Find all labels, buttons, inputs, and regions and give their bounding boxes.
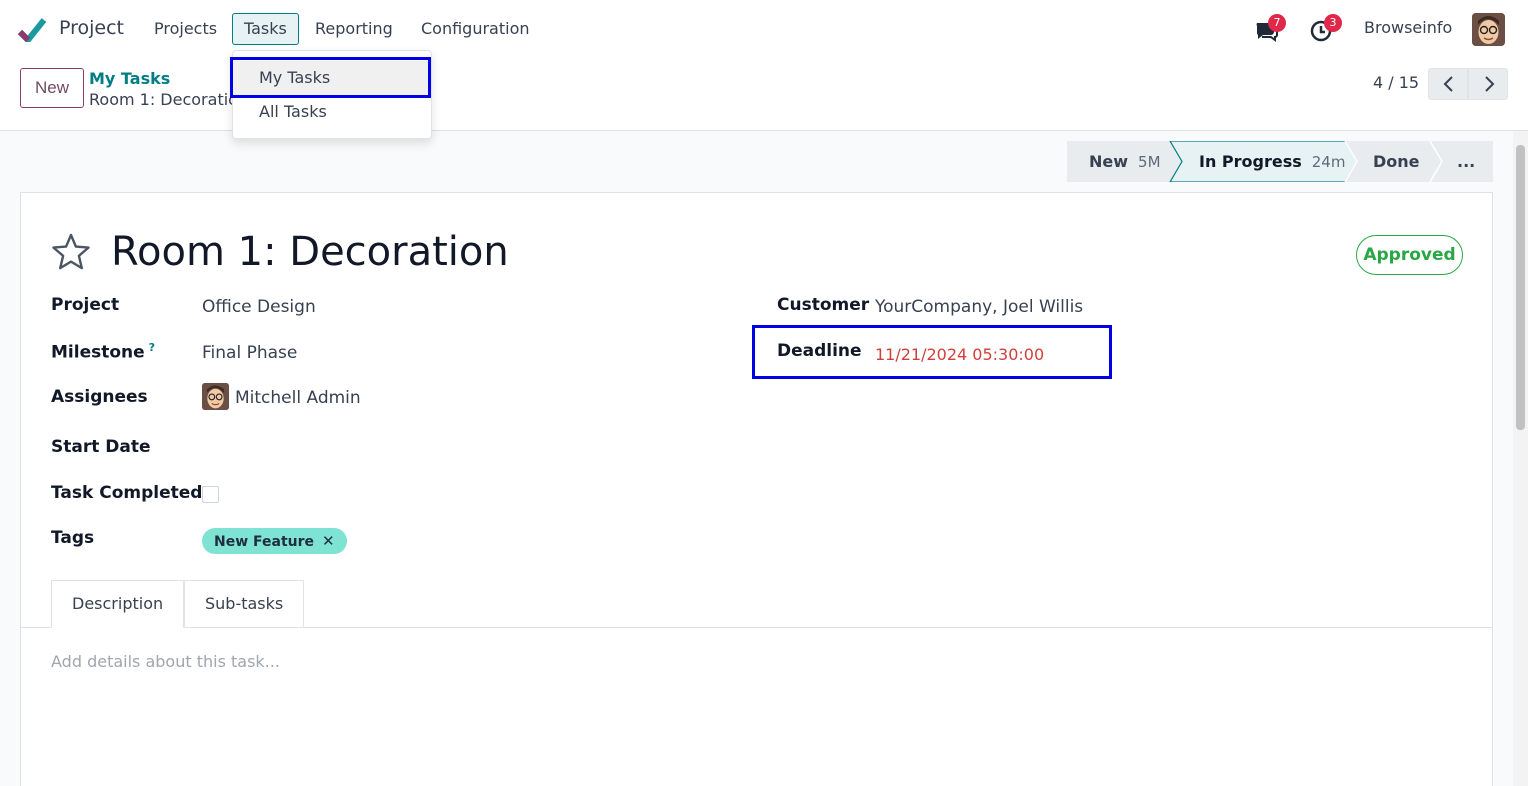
messages-button[interactable]: 7 (1254, 14, 1286, 44)
menu-configuration[interactable]: Configuration (409, 13, 542, 45)
chevron-right-icon (1485, 76, 1495, 92)
stage-statusbar: New 5M In Progress 24m Done ... (1067, 141, 1493, 182)
page-scrollbar[interactable] (1513, 131, 1528, 786)
activities-count-badge: 3 (1324, 14, 1342, 32)
user-avatar[interactable] (1472, 13, 1505, 46)
scrollbar-thumb[interactable] (1516, 145, 1525, 430)
company-switcher[interactable]: Browseinfo (1364, 18, 1452, 37)
description-editor[interactable]: Add details about this task... (51, 652, 280, 671)
stage-done-button[interactable]: Done (1373, 141, 1420, 182)
start-date-label: Start Date (51, 437, 151, 457)
stage-more-button[interactable]: ... (1457, 141, 1475, 182)
app-name[interactable]: Project (59, 17, 124, 39)
tab-description[interactable]: Description (51, 580, 185, 628)
user-face-icon (1472, 13, 1505, 46)
stage-new-button[interactable]: New 5M (1089, 141, 1161, 182)
pager-value[interactable]: 4 / 15 (1373, 73, 1419, 92)
menu-reporting[interactable]: Reporting (303, 13, 405, 45)
highlight-deadline (752, 325, 1112, 379)
activities-button[interactable]: 3 (1310, 14, 1342, 44)
project-label: Project (51, 295, 120, 315)
milestone-field[interactable]: Final Phase (202, 343, 297, 363)
pager-previous-button[interactable] (1428, 68, 1468, 100)
milestone-label: Milestone? (51, 341, 156, 363)
tab-sub-tasks[interactable]: Sub-tasks (184, 580, 305, 628)
chevron-left-icon (1443, 76, 1453, 92)
assignees-label: Assignees (51, 387, 148, 407)
project-field[interactable]: Office Design (202, 297, 316, 317)
project-app-logo-icon[interactable] (18, 16, 46, 42)
breadcrumb-current: Room 1: Decoration (89, 90, 234, 109)
customer-label: Customer (777, 295, 870, 315)
menu-tasks[interactable]: Tasks (232, 13, 299, 45)
task-form-sheet: Room 1: Decoration Approved Project Offi… (20, 192, 1493, 786)
new-task-button[interactable]: New (20, 68, 84, 108)
dropdown-item-all-tasks[interactable]: All Tasks (233, 95, 431, 129)
customer-field[interactable]: YourCompany, Joel Willis (875, 297, 1083, 317)
assignee-avatar (202, 383, 229, 410)
star-icon[interactable] (51, 232, 91, 272)
tags-label: Tags (51, 528, 95, 548)
top-navbar: Project Projects Tasks Reporting Configu… (0, 0, 1528, 58)
approval-status-badge[interactable]: Approved (1356, 235, 1463, 275)
highlight-my-tasks (230, 57, 431, 98)
tag-remove-icon[interactable]: ✕ (322, 532, 335, 550)
tag-chip[interactable]: New Feature ✕ (202, 528, 347, 554)
task-completed-label: Task Completed (51, 483, 203, 503)
notebook-tabs: Description Sub-tasks (21, 580, 1492, 628)
milestone-help-icon[interactable]: ? (149, 341, 155, 354)
task-title[interactable]: Room 1: Decoration (111, 229, 509, 275)
pager-next-button[interactable] (1468, 68, 1508, 100)
menu-projects[interactable]: Projects (142, 13, 229, 45)
assignees-field[interactable]: Mitchell Admin (235, 388, 361, 408)
breadcrumb-parent-link[interactable]: My Tasks (89, 69, 170, 88)
messages-count-badge: 7 (1268, 14, 1286, 32)
task-completed-checkbox[interactable] (202, 486, 219, 503)
stage-in-progress-button[interactable]: In Progress 24m (1199, 141, 1345, 182)
assignee-face-icon (202, 383, 229, 410)
